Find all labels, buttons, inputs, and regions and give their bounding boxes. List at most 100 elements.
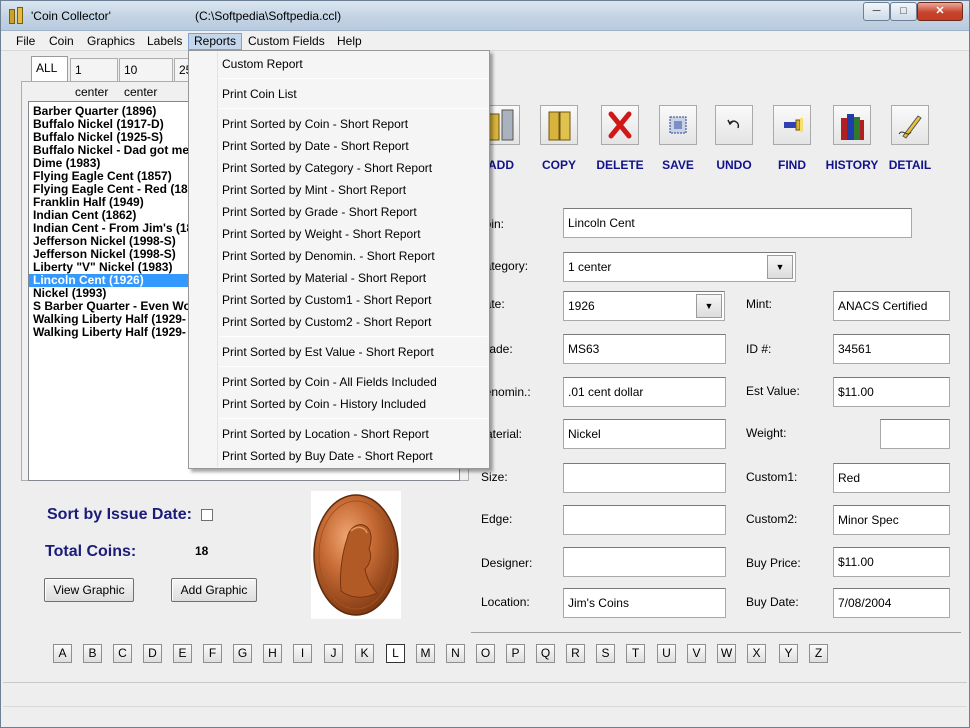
menu-separator bbox=[219, 366, 487, 367]
tab-1-center[interactable]: 1 center bbox=[70, 58, 118, 99]
menu-item-sort-location[interactable]: Print Sorted by Location - Short Report bbox=[222, 424, 429, 444]
category-select[interactable]: 1 center ▼ bbox=[563, 252, 796, 282]
letter-r-button[interactable]: R bbox=[566, 644, 585, 663]
find-toolbar-button[interactable]: FIND bbox=[763, 105, 821, 177]
menu-item-sort-buy-date[interactable]: Print Sorted by Buy Date - Short Report bbox=[222, 446, 433, 466]
weight-field[interactable] bbox=[880, 419, 950, 449]
save-toolbar-button[interactable]: SAVE bbox=[649, 105, 707, 177]
letter-z-button[interactable]: Z bbox=[809, 644, 828, 663]
letter-c-button[interactable]: C bbox=[113, 644, 132, 663]
letter-u-button[interactable]: U bbox=[657, 644, 676, 663]
menu-item-sort-coin[interactable]: Print Sorted by Coin - Short Report bbox=[222, 114, 408, 134]
menu-labels[interactable]: Labels bbox=[142, 33, 187, 50]
coin-image bbox=[311, 491, 401, 619]
letter-l-button[interactable]: L bbox=[386, 644, 405, 663]
letter-o-button[interactable]: O bbox=[476, 644, 495, 663]
menu-coin[interactable]: Coin bbox=[44, 33, 79, 50]
undo-toolbar-button[interactable]: UNDO bbox=[705, 105, 763, 177]
menu-graphics[interactable]: Graphics bbox=[82, 33, 140, 50]
size-field[interactable] bbox=[563, 463, 726, 493]
material-field[interactable]: Nickel bbox=[563, 419, 726, 449]
denomin-field[interactable]: .01 cent dollar bbox=[563, 377, 726, 407]
detail-toolbar-button[interactable]: DETAIL bbox=[881, 105, 939, 177]
menu-item-sort-date[interactable]: Print Sorted by Date - Short Report bbox=[222, 136, 409, 156]
history-toolbar-button[interactable]: HISTORY bbox=[823, 105, 881, 177]
est-value-field[interactable]: $11.00 bbox=[833, 377, 950, 407]
undo-label: UNDO bbox=[716, 158, 752, 172]
letter-v-button[interactable]: V bbox=[687, 644, 706, 663]
menu-item-sort-est-value[interactable]: Print Sorted by Est Value - Short Report bbox=[222, 342, 434, 362]
minimize-button[interactable]: ─ bbox=[863, 2, 890, 21]
close-button[interactable]: ✕ bbox=[917, 2, 963, 21]
sort-by-issue-date-checkbox[interactable] bbox=[201, 509, 213, 521]
maximize-button[interactable]: □ bbox=[890, 2, 917, 21]
menu-file[interactable]: File bbox=[11, 33, 40, 50]
menu-item-sort-denomin[interactable]: Print Sorted by Denomin. - Short Report bbox=[222, 246, 435, 266]
buy-date-field[interactable]: 7/08/2004 bbox=[833, 588, 950, 618]
delete-toolbar-button[interactable]: DELETE bbox=[591, 105, 649, 177]
buy-price-label: Buy Price: bbox=[746, 556, 801, 570]
letter-y-button[interactable]: Y bbox=[779, 644, 798, 663]
save-label: SAVE bbox=[662, 158, 694, 172]
letter-j-button[interactable]: J bbox=[324, 644, 343, 663]
total-coins-value: 18 bbox=[195, 544, 209, 558]
letter-a-button[interactable]: A bbox=[53, 644, 72, 663]
menu-item-sort-mint[interactable]: Print Sorted by Mint - Short Report bbox=[222, 180, 406, 200]
menu-item-sort-custom2[interactable]: Print Sorted by Custom2 - Short Report bbox=[222, 312, 431, 332]
letter-x-button[interactable]: X bbox=[747, 644, 766, 663]
copy-label: COPY bbox=[541, 158, 576, 172]
menu-item-sort-weight[interactable]: Print Sorted by Weight - Short Report bbox=[222, 224, 421, 244]
location-field[interactable]: Jim's Coins bbox=[563, 588, 726, 618]
mint-field[interactable]: ANACS Certified bbox=[833, 291, 950, 321]
weight-label: Weight: bbox=[746, 426, 787, 440]
tab-all[interactable]: ALL bbox=[31, 56, 68, 81]
menu-item-sort-custom1[interactable]: Print Sorted by Custom1 - Short Report bbox=[222, 290, 431, 310]
letter-h-button[interactable]: H bbox=[263, 644, 282, 663]
menu-item-sort-coin-all-fields[interactable]: Print Sorted by Coin - All Fields Includ… bbox=[222, 372, 437, 392]
menu-item-print-coin-list[interactable]: Print Coin List bbox=[222, 84, 297, 104]
menu-separator bbox=[219, 78, 487, 79]
menu-reports[interactable]: Reports bbox=[188, 33, 243, 50]
menu-item-sort-coin-history[interactable]: Print Sorted by Coin - History Included bbox=[222, 394, 426, 414]
letter-s-button[interactable]: S bbox=[596, 644, 615, 663]
buy-price-field[interactable]: $11.00 bbox=[833, 547, 950, 577]
chevron-down-icon[interactable]: ▼ bbox=[767, 255, 793, 279]
letter-k-button[interactable]: K bbox=[355, 644, 374, 663]
menu-item-sort-material[interactable]: Print Sorted by Material - Short Report bbox=[222, 268, 426, 288]
tab-10-center[interactable]: 10 center bbox=[119, 58, 173, 99]
letter-e-button[interactable]: E bbox=[173, 644, 192, 663]
chevron-down-icon[interactable]: ▼ bbox=[696, 294, 722, 318]
letter-i-button[interactable]: I bbox=[293, 644, 312, 663]
menu-help[interactable]: Help bbox=[332, 33, 367, 50]
designer-field[interactable] bbox=[563, 547, 726, 577]
date-select[interactable]: 1926 ▼ bbox=[563, 291, 725, 321]
copy-toolbar-button[interactable]: COPY bbox=[530, 105, 588, 177]
letter-g-button[interactable]: G bbox=[233, 644, 252, 663]
letter-d-button[interactable]: D bbox=[143, 644, 162, 663]
menu-item-sort-category[interactable]: Print Sorted by Category - Short Report bbox=[222, 158, 432, 178]
view-graphic-button[interactable]: View Graphic bbox=[44, 578, 134, 602]
custom2-label: Custom2: bbox=[746, 512, 798, 526]
letter-w-button[interactable]: W bbox=[717, 644, 736, 663]
letter-t-button[interactable]: T bbox=[626, 644, 645, 663]
add-graphic-button[interactable]: Add Graphic bbox=[171, 578, 257, 602]
id-field[interactable]: 34561 bbox=[833, 334, 950, 364]
coin-field[interactable]: Lincoln Cent bbox=[563, 208, 912, 238]
letter-b-button[interactable]: B bbox=[83, 644, 102, 663]
letter-n-button[interactable]: N bbox=[446, 644, 465, 663]
letter-m-button[interactable]: M bbox=[416, 644, 435, 663]
menu-item-custom-report[interactable]: Custom Report bbox=[222, 54, 303, 74]
letter-f-button[interactable]: F bbox=[203, 644, 222, 663]
location-label: Location: bbox=[481, 595, 530, 609]
delete-x-icon bbox=[601, 105, 639, 145]
reports-menu: Custom Report Print Coin List Print Sort… bbox=[188, 50, 490, 469]
menu-custom-fields[interactable]: Custom Fields bbox=[243, 33, 330, 50]
letter-p-button[interactable]: P bbox=[506, 644, 525, 663]
coin-stack-icon bbox=[9, 7, 25, 25]
grade-field[interactable]: MS63 bbox=[563, 334, 726, 364]
custom1-field[interactable]: Red bbox=[833, 463, 950, 493]
edge-field[interactable] bbox=[563, 505, 726, 535]
custom2-field[interactable]: Minor Spec bbox=[833, 505, 950, 535]
menu-item-sort-grade[interactable]: Print Sorted by Grade - Short Report bbox=[222, 202, 417, 222]
letter-q-button[interactable]: Q bbox=[536, 644, 555, 663]
